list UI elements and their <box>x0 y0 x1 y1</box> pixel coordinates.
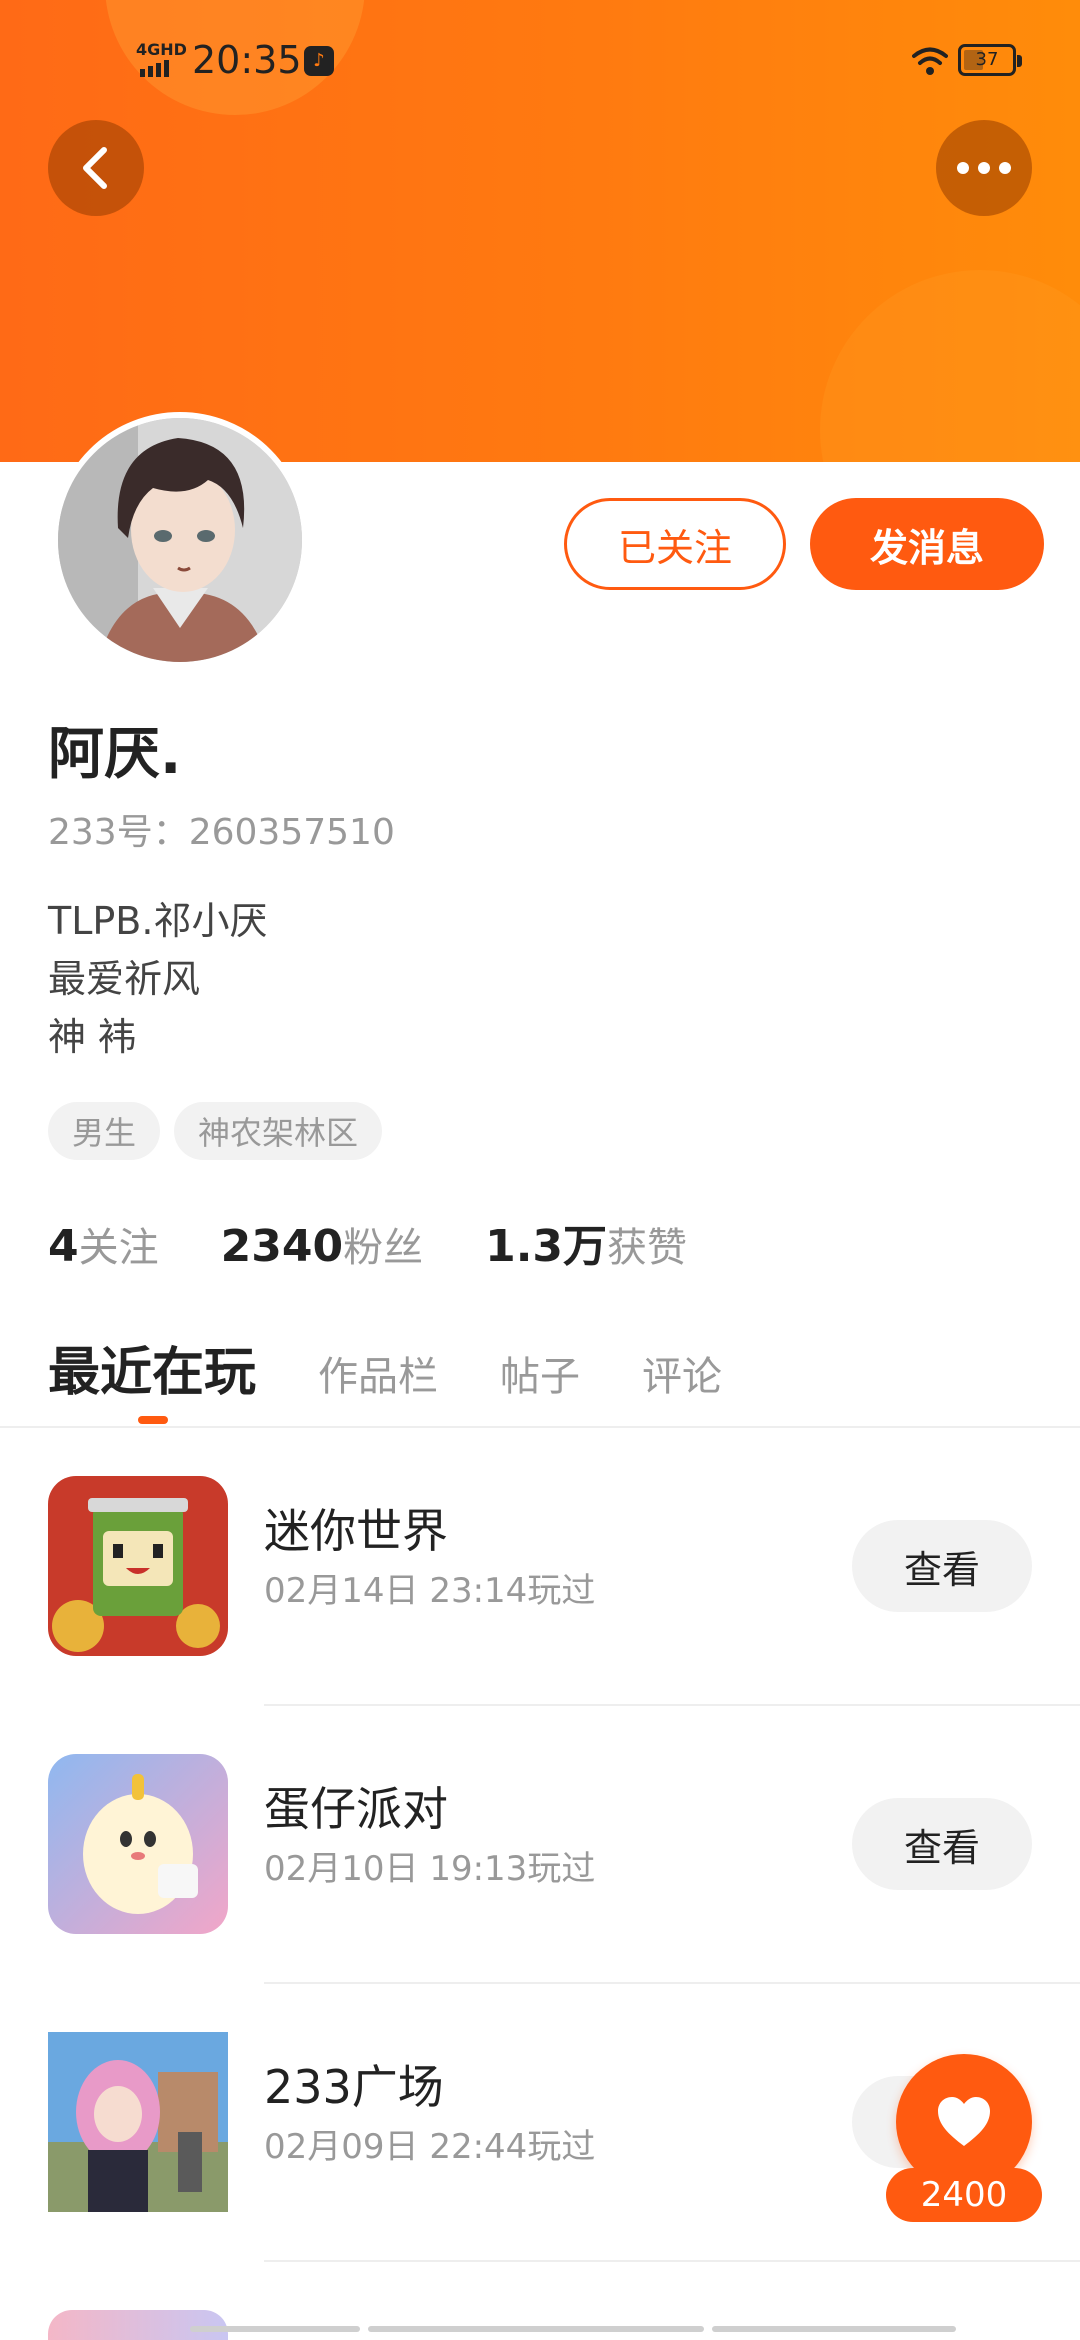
likes-stat: 1.3万获赞 <box>485 1210 687 1274</box>
status-bar: 4GHD 20:35 ♪ 37 <box>0 30 1080 90</box>
followers-stat[interactable]: 2340粉丝 <box>221 1215 423 1273</box>
game-icon <box>48 2032 228 2212</box>
tab-comments[interactable]: 评论 <box>642 1344 722 1402</box>
tab-recently-played[interactable]: 最近在玩 <box>48 1330 256 1405</box>
profile-header-banner: 4GHD 20:35 ♪ 37 <box>0 0 1080 462</box>
gender-tag: 男生 <box>48 1102 161 1160</box>
game-played-time: 02月10日 19:13玩过 <box>264 1849 596 1889</box>
profile-tags: 男生 神农架林区 <box>48 1102 383 1160</box>
status-time: 20:35 <box>192 38 302 82</box>
more-dots-icon <box>957 162 1011 174</box>
following-stat[interactable]: 4关注 <box>48 1215 159 1273</box>
bio-line: 最爱祈风 <box>48 957 201 1001</box>
like-count: 2400 <box>886 2168 1042 2222</box>
network-type: 4GHD <box>136 40 187 59</box>
music-note-icon: ♪ <box>304 46 334 76</box>
game-title: 迷你世界 <box>264 1504 448 1558</box>
location-tag: 神农架林区 <box>174 1102 383 1160</box>
battery-icon: 37 <box>958 44 1022 76</box>
more-button[interactable] <box>936 120 1032 216</box>
battery-level: 37 <box>975 49 999 70</box>
signal-icon <box>140 60 169 77</box>
mini-world-icon <box>48 1476 228 1656</box>
stat-label: 粉丝 <box>343 1225 424 1271</box>
game-title: 蛋仔派对 <box>264 1782 448 1836</box>
bio-line: 神 袆 <box>48 1015 137 1059</box>
game-item-mini-world[interactable]: 迷你世界 02月14日 23:14玩过 查看 <box>0 1428 1080 1706</box>
avatar-image <box>58 418 302 662</box>
followed-button[interactable]: 已关注 <box>564 498 786 590</box>
game-icon <box>48 1754 228 1934</box>
tab-works[interactable]: 作品栏 <box>318 1344 438 1402</box>
profile-stats: 4关注 2340粉丝 1.3万获赞 <box>48 1210 687 1274</box>
profile-tabs: 最近在玩 作品栏 帖子 评论 <box>48 1330 722 1405</box>
plaza-icon <box>48 2032 228 2212</box>
game-title: 233广场 <box>264 2060 444 2114</box>
profile-bio: TLPB.祁小厌 最爱祈风 神 袆 <box>48 892 267 1066</box>
stat-label: 关注 <box>78 1225 159 1271</box>
heart-icon <box>938 2097 990 2146</box>
back-button[interactable] <box>48 120 144 216</box>
stat-number: 4 <box>48 1221 79 1272</box>
stat-number: 1.3万 <box>485 1221 608 1272</box>
tab-posts[interactable]: 帖子 <box>500 1344 580 1402</box>
game-played-time: 02月09日 22:44玩过 <box>264 2127 596 2167</box>
chevron-left-icon <box>83 147 107 189</box>
game-item-eggy-party[interactable]: 蛋仔派对 02月10日 19:13玩过 查看 <box>0 1706 1080 1984</box>
stat-label: 获赞 <box>607 1225 688 1271</box>
avatar[interactable] <box>52 412 308 668</box>
profile-name: 阿厌. <box>48 722 182 787</box>
game-played-time: 02月14日 23:14玩过 <box>264 1571 596 1611</box>
eggy-party-icon <box>48 1754 228 1934</box>
view-button[interactable]: 查看 <box>852 1798 1032 1890</box>
view-button[interactable]: 查看 <box>852 1520 1032 1612</box>
send-message-button[interactable]: 发消息 <box>810 498 1044 590</box>
loading-placeholder <box>190 2326 956 2332</box>
game-icon-partial <box>48 2310 228 2340</box>
game-icon <box>48 1476 228 1656</box>
banner-decoration <box>820 270 1080 462</box>
profile-uid: 233号：260357510 <box>48 812 395 853</box>
bio-line: TLPB.祁小厌 <box>48 899 268 943</box>
active-tab-indicator <box>138 1416 168 1424</box>
wifi-icon <box>912 47 948 75</box>
divider <box>264 2260 1080 2262</box>
stat-number: 2340 <box>220 1221 344 1272</box>
